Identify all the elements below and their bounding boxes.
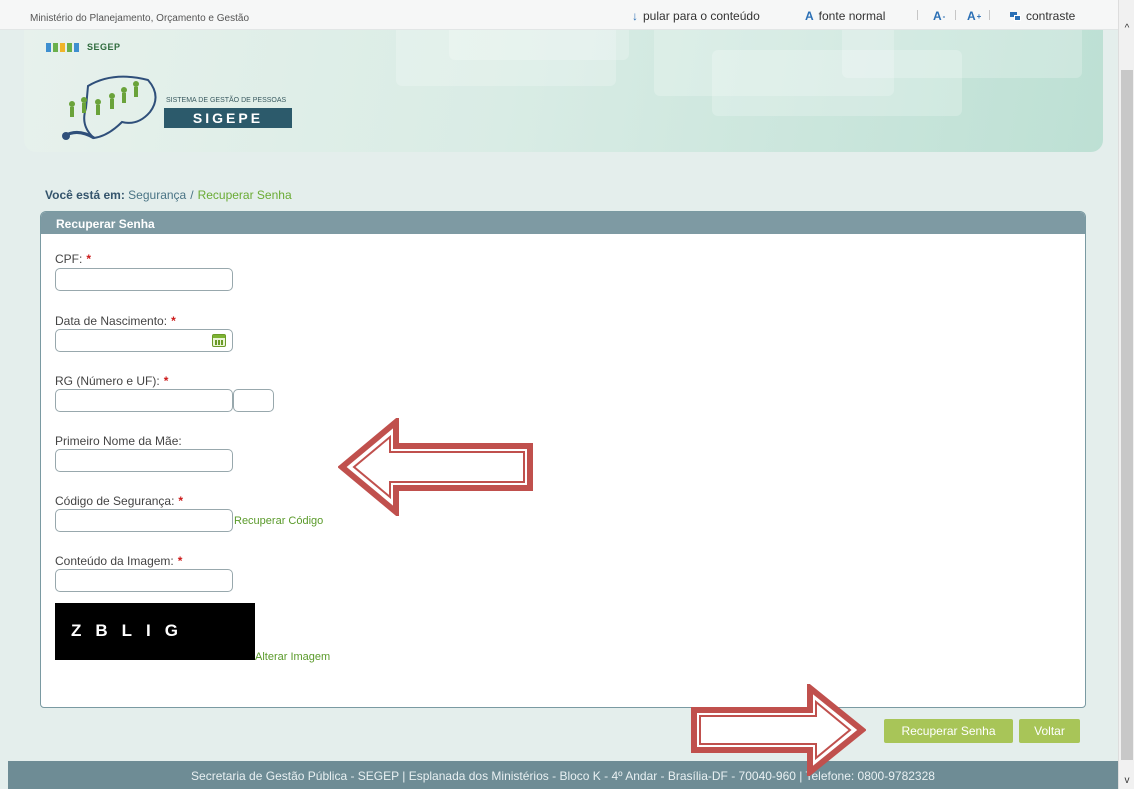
font-normal-label: fonte normal xyxy=(818,9,886,23)
font-increase-button[interactable]: A + xyxy=(967,9,981,23)
plus-superscript-icon: + xyxy=(976,11,982,21)
font-a-icon: A xyxy=(805,9,814,23)
scrollbar-thumb[interactable] xyxy=(1121,70,1133,760)
header-banner: SEGEP SISTEMA DE GESTÃO DE PESSOAS SIGEP… xyxy=(24,30,1103,152)
required-marker: * xyxy=(171,314,176,328)
birth-date-label-text: Data de Nascimento: xyxy=(55,314,168,328)
contrast-icon xyxy=(1010,11,1021,21)
page-scrollbar[interactable]: ^ v xyxy=(1118,0,1134,789)
change-image-link[interactable]: Alterar Imagem xyxy=(255,651,330,663)
skip-to-content-link[interactable]: ↓ pular para o conteúdo xyxy=(632,9,760,23)
top-bar: Ministério do Planejamento, Orçamento e … xyxy=(0,0,1118,30)
captcha-label-text: Conteúdo da Imagem: xyxy=(55,554,174,568)
segep-mark-icon xyxy=(46,42,79,52)
birth-date-input[interactable] xyxy=(55,329,233,352)
rg-uf-input[interactable] xyxy=(233,389,274,412)
contrast-label: contraste xyxy=(1026,9,1076,23)
mother-name-input[interactable] xyxy=(55,449,233,472)
contrast-link[interactable]: contraste xyxy=(1010,9,1075,23)
ministry-name: Ministério do Planejamento, Orçamento e … xyxy=(30,13,249,24)
required-marker: * xyxy=(178,494,184,508)
font-normal-link[interactable]: A fonte normal xyxy=(805,9,885,23)
arrow-down-icon: ↓ xyxy=(632,9,638,23)
required-marker: * xyxy=(177,554,183,568)
security-code-label-text: Código de Segurança: xyxy=(55,494,175,508)
mother-name-label: Primeiro Nome da Mãe: xyxy=(55,434,182,448)
cpf-input[interactable] xyxy=(55,268,233,291)
cpf-label-text: CPF: xyxy=(55,252,83,266)
cpf-label: CPF: * xyxy=(55,252,91,266)
footer: Secretaria de Gestão Pública - SEGEP | E… xyxy=(8,761,1118,789)
breadcrumb-separator: / xyxy=(190,188,194,202)
breadcrumb-item-current: Recuperar Senha xyxy=(197,188,292,202)
rg-label-text: RG (Número e UF): xyxy=(55,374,160,388)
back-button[interactable]: Voltar xyxy=(1019,719,1080,743)
panel-title: Recuperar Senha xyxy=(41,212,1085,234)
calendar-icon[interactable] xyxy=(212,334,226,347)
scroll-up-icon[interactable]: ^ xyxy=(1122,24,1132,34)
recover-password-button[interactable]: Recuperar Senha xyxy=(884,719,1013,743)
decorative-square xyxy=(449,30,629,60)
decorative-square xyxy=(842,30,1082,78)
recover-code-link[interactable]: Recuperar Código xyxy=(234,515,323,527)
divider xyxy=(955,10,956,20)
font-increase-label: A xyxy=(967,9,976,23)
font-decrease-label: A xyxy=(933,9,942,23)
minus-superscript-icon: - xyxy=(942,11,946,21)
divider xyxy=(989,10,990,20)
segep-logo-text: SEGEP xyxy=(87,42,121,52)
required-marker: * xyxy=(86,252,92,266)
font-decrease-button[interactable]: A- xyxy=(933,9,945,23)
security-code-input[interactable] xyxy=(55,509,233,532)
rg-label: RG (Número e UF): * xyxy=(55,374,168,388)
security-code-label: Código de Segurança: * xyxy=(55,494,183,508)
breadcrumb: Você está em: Segurança / Recuperar Senha xyxy=(45,188,292,202)
scroll-down-icon[interactable]: v xyxy=(1122,776,1132,786)
sigepe-emblem-icon xyxy=(62,75,157,140)
captcha-image: ZBLIG xyxy=(55,603,255,660)
recover-password-panel: Recuperar Senha CPF: * Data de Nascimento… xyxy=(40,211,1086,708)
rg-number-input[interactable] xyxy=(55,389,233,412)
segep-logo: SEGEP xyxy=(46,42,121,52)
skip-to-content-label: pular para o conteúdo xyxy=(643,9,760,23)
breadcrumb-item-seguranca[interactable]: Segurança xyxy=(128,188,186,202)
captcha-input[interactable] xyxy=(55,569,233,592)
divider xyxy=(917,10,918,20)
birth-date-label: Data de Nascimento: * xyxy=(55,314,176,328)
system-name: SIGEPE xyxy=(164,108,292,128)
captcha-label: Conteúdo da Imagem: * xyxy=(55,554,182,568)
system-subtitle: SISTEMA DE GESTÃO DE PESSOAS xyxy=(166,97,287,104)
breadcrumb-label: Você está em: xyxy=(45,188,125,202)
required-marker: * xyxy=(163,374,169,388)
